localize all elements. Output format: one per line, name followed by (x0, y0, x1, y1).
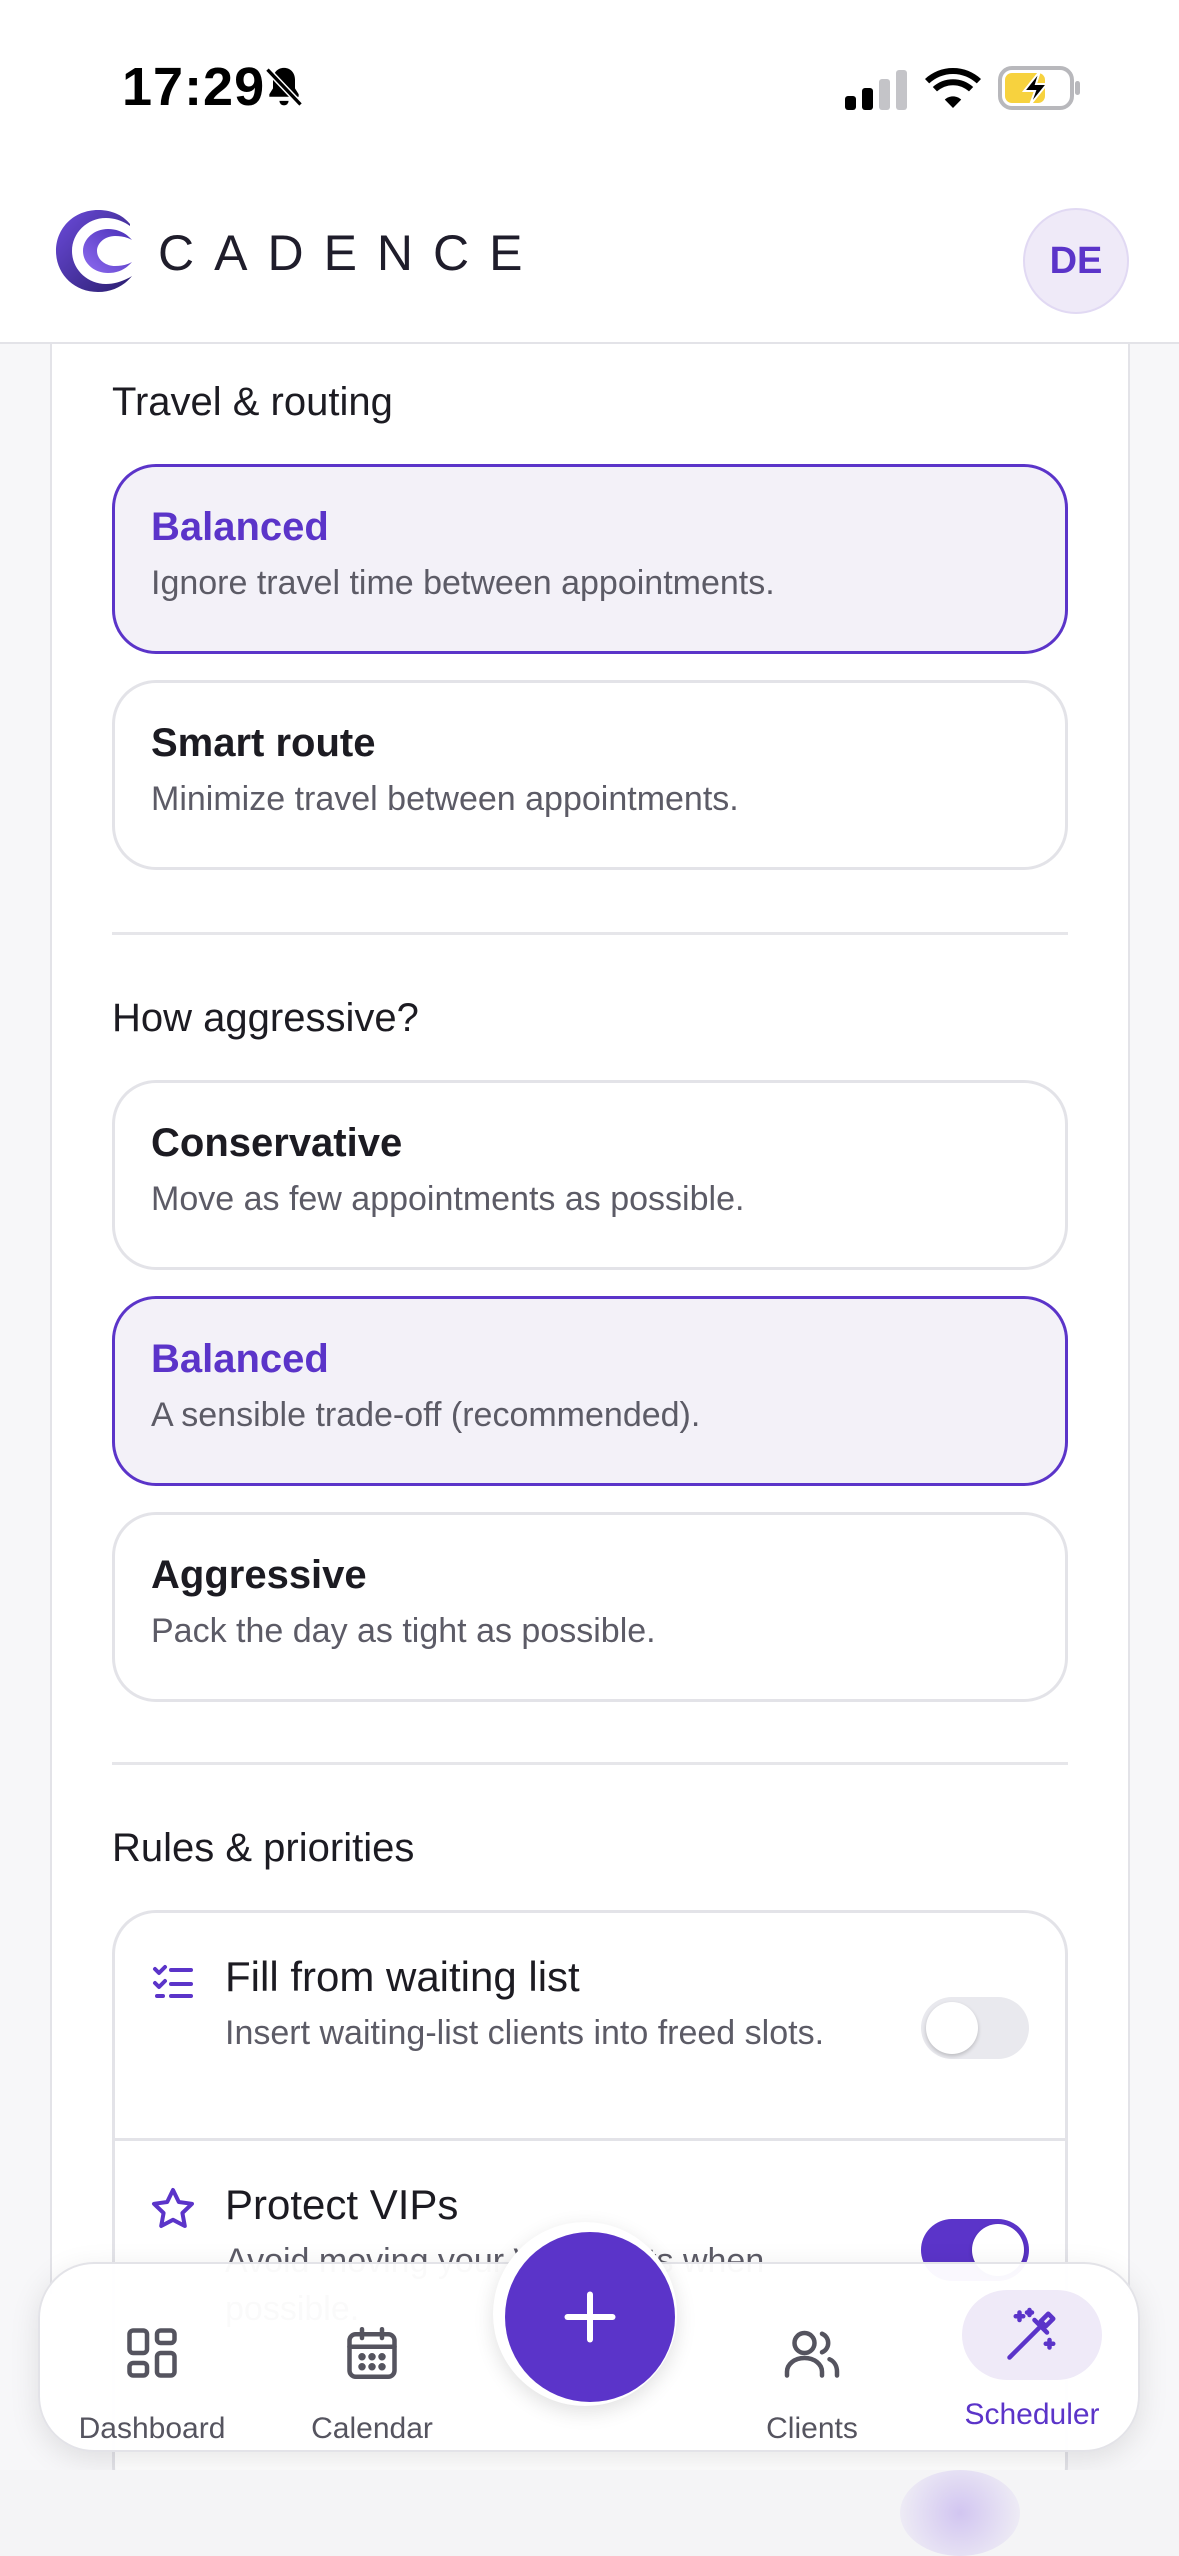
aggressiveness-option-aggressive[interactable]: Aggressive Pack the day as tight as poss… (112, 1512, 1068, 1702)
status-bar: 17:29 (0, 0, 1179, 180)
option-title: Smart route (151, 721, 376, 765)
scheduler-settings-panel: Travel & routing Balanced Ignore travel … (50, 344, 1130, 2510)
rule-description: Insert waiting-list clients into freed s… (225, 2014, 825, 2052)
travel-option-smart-route[interactable]: Smart route Minimize travel between appo… (112, 680, 1068, 870)
status-time: 17:29 (122, 57, 266, 117)
option-description: Move as few appointments as possible. (151, 1180, 745, 1218)
nav-label: Calendar (311, 2412, 433, 2445)
magic-wand-icon (1007, 2307, 1056, 2360)
rule-row-waiting-list: Fill from waiting list Insert waiting-li… (115, 1913, 1065, 2141)
logo-wordmark: CADENCE (158, 225, 543, 281)
nav-item-scheduler[interactable]: Scheduler (932, 2264, 1132, 2454)
app-header: CADENCE DE (0, 180, 1179, 344)
add-button[interactable] (505, 2232, 675, 2402)
calendar-icon (347, 2327, 397, 2379)
nav-item-calendar[interactable]: Calendar (272, 2264, 472, 2454)
cadence-logo-icon (56, 210, 132, 292)
list-check-icon (153, 1965, 193, 1998)
option-description: Ignore travel time between appointments. (151, 564, 775, 602)
rule-title: Fill from waiting list (225, 1953, 580, 2000)
option-description: A sensible trade-off (recommended). (151, 1396, 701, 1434)
dashboard-icon (127, 2328, 177, 2378)
nav-label: Scheduler (964, 2398, 1100, 2431)
background-glow (900, 2470, 1020, 2556)
aggressiveness-option-balanced[interactable]: Balanced A sensible trade-off (recommend… (112, 1296, 1068, 1486)
section-divider (112, 1762, 1068, 1765)
nav-item-clients[interactable]: Clients (712, 2264, 912, 2454)
rule-title: Protect VIPs (225, 2181, 459, 2228)
option-title: Aggressive (151, 1553, 367, 1597)
aggressiveness-option-conservative[interactable]: Conservative Move as few appointments as… (112, 1080, 1068, 1270)
plus-icon (564, 2291, 616, 2343)
avatar[interactable]: DE (1023, 208, 1129, 314)
waiting-list-toggle[interactable] (921, 1997, 1029, 2059)
rules-section-title: Rules & priorities (112, 1826, 415, 1870)
option-title: Balanced (151, 1337, 329, 1381)
nav-label: Dashboard (78, 2412, 226, 2445)
nav-item-dashboard[interactable]: Dashboard (52, 2264, 252, 2454)
nav-label: Clients (766, 2412, 858, 2445)
star-icon (152, 2188, 194, 2228)
travel-option-balanced[interactable]: Balanced Ignore travel time between appo… (112, 464, 1068, 654)
users-icon (784, 2330, 840, 2378)
aggressiveness-section-title: How aggressive? (112, 996, 419, 1040)
battery-charging-icon (998, 66, 1080, 110)
option-title: Conservative (151, 1121, 403, 1165)
section-divider (112, 932, 1068, 935)
cellular-signal-icon (845, 70, 907, 110)
option-description: Minimize travel between appointments. (151, 780, 739, 818)
bell-slash-icon (265, 67, 303, 107)
option-description: Pack the day as tight as possible. (151, 1612, 656, 1650)
option-title: Balanced (151, 505, 329, 549)
wifi-icon (925, 68, 981, 108)
travel-section-title: Travel & routing (112, 380, 393, 424)
